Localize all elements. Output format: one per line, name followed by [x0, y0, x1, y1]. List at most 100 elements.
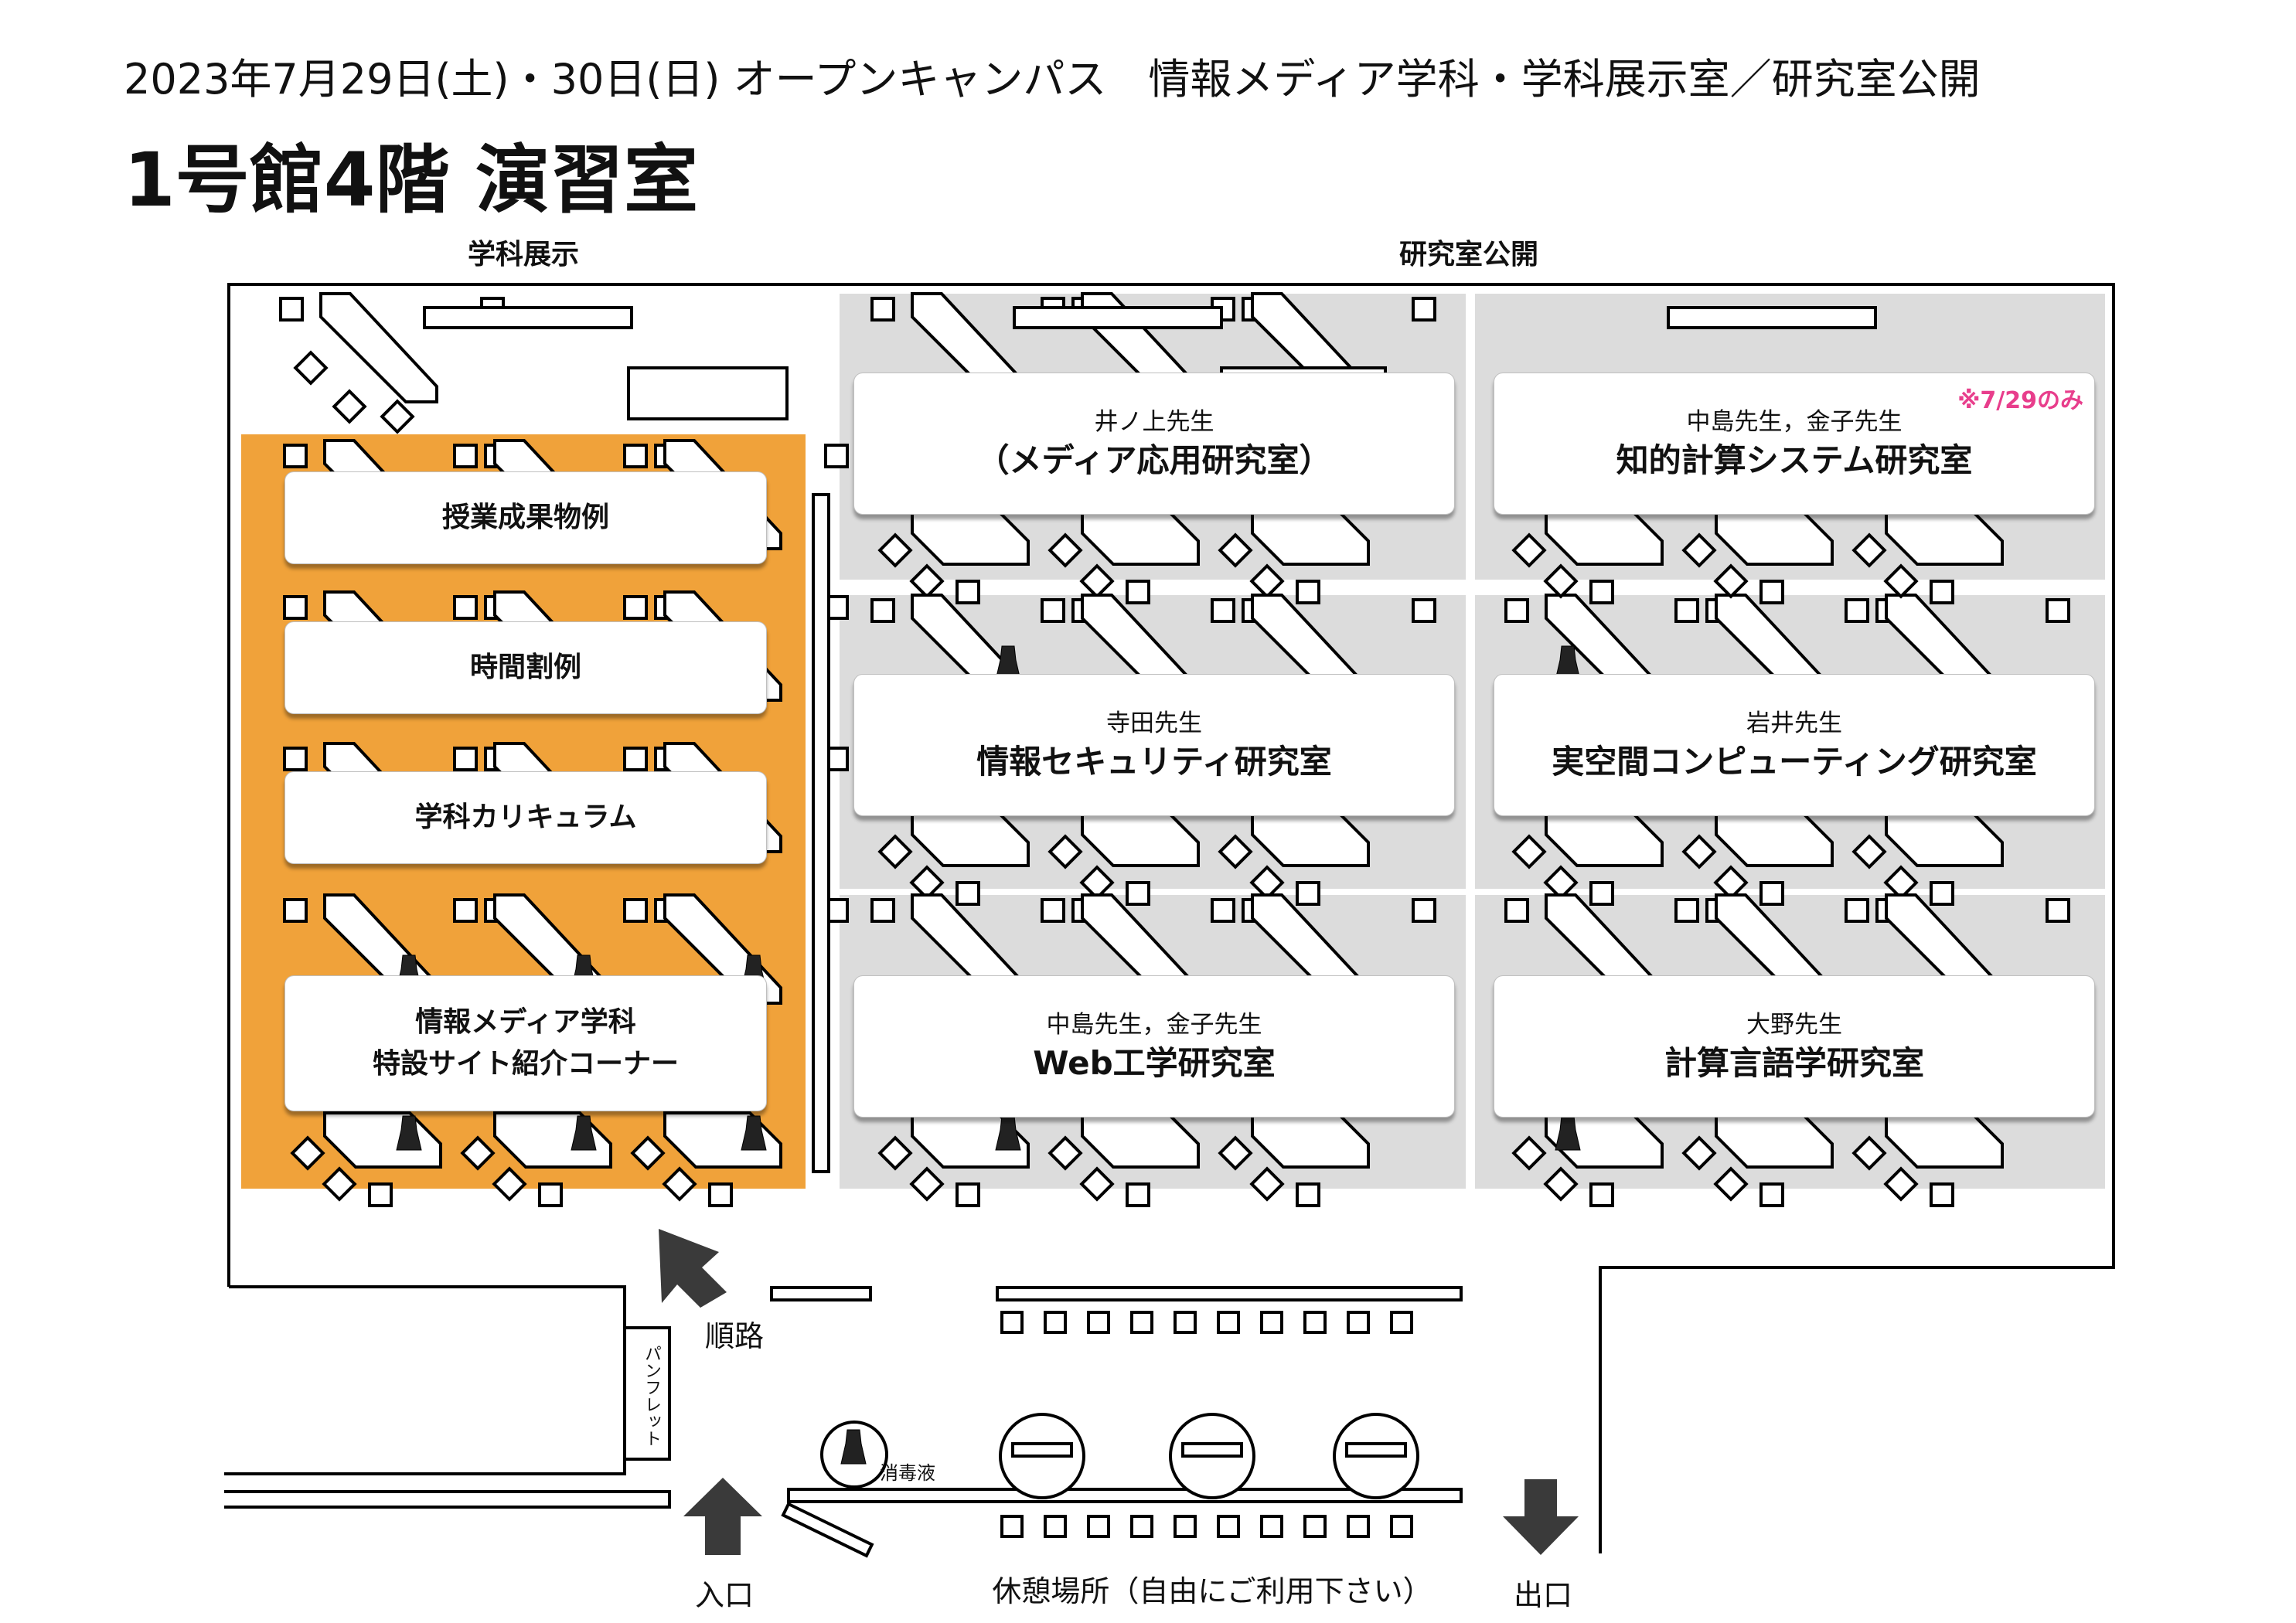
lab-name: 知的計算システム研究室	[1616, 441, 1973, 480]
bench-seat	[1087, 1515, 1110, 1538]
chair	[1296, 881, 1320, 906]
long-table	[1013, 306, 1223, 329]
bench-seat	[1174, 1311, 1197, 1334]
chair	[623, 747, 648, 771]
lab-teacher: 井ノ上先生	[1094, 408, 1214, 437]
chair	[293, 350, 329, 386]
bench-seat	[1217, 1515, 1240, 1538]
chair	[283, 595, 308, 620]
floor-map-page: { "header": { "event_line": "2023年7月29日(…	[0, 0, 2296, 1623]
lab-teacher: 岩井先生	[1746, 709, 1842, 738]
pamphlet-label: パンフレット	[642, 1345, 661, 1447]
lab-name: （メディア応用研究室）	[976, 441, 1332, 480]
chair	[1504, 898, 1529, 923]
chair	[956, 881, 980, 906]
chair	[1126, 881, 1150, 906]
lab-card-intelligent-computing: ※7/29のみ 中島先生，金子先生 知的計算システム研究室	[1494, 373, 2095, 515]
chair	[623, 444, 648, 468]
route-label: 順路	[704, 1319, 765, 1353]
exit-arrow-icon	[1503, 1479, 1579, 1555]
desk	[319, 292, 438, 403]
lab-card-computational-linguistics: 大野先生 計算言語学研究室	[1494, 975, 2095, 1118]
exhibit-label: 授業成果物例	[441, 502, 609, 533]
chair	[1845, 898, 1869, 923]
date-note-badge: ※7/29のみ	[1957, 387, 2083, 414]
long-table	[1667, 306, 1877, 329]
chair	[538, 1182, 563, 1207]
chair	[708, 1182, 733, 1207]
wall-lower-left	[224, 1285, 626, 1475]
exhibit-card-timetable: 時間割例	[284, 621, 767, 714]
route-arrow-icon	[659, 1229, 727, 1308]
chair	[453, 444, 478, 468]
bench-seat	[1044, 1311, 1067, 1334]
chair	[870, 598, 895, 623]
chair	[453, 595, 478, 620]
bench-seat	[1174, 1515, 1197, 1538]
chair	[1211, 598, 1235, 623]
chair	[453, 747, 478, 771]
chair	[1589, 881, 1614, 906]
chair	[1759, 580, 1784, 604]
exit-label: 出口	[1513, 1578, 1573, 1612]
exhibit-label: 学科カリキュラム	[414, 801, 637, 833]
exhibit-label-line2: 特設サイト紹介コーナー	[372, 1048, 679, 1080]
bench-seat	[1130, 1515, 1153, 1538]
chair	[1041, 898, 1065, 923]
chair	[368, 1182, 393, 1207]
chair	[332, 389, 367, 424]
lab-card-real-space-computing: 岩井先生 実空間コンピューティング研究室	[1494, 674, 2095, 816]
chair	[1759, 881, 1784, 906]
chair	[380, 399, 415, 434]
chair	[1930, 881, 1954, 906]
rest-area-label: 休憩場所（自由にご利用下さい）	[992, 1574, 1432, 1608]
chair	[1412, 898, 1436, 923]
wall-entrance-left	[224, 1490, 671, 1509]
chair	[1504, 598, 1529, 623]
chair	[283, 444, 308, 468]
chair	[870, 297, 895, 322]
chair	[1674, 898, 1699, 923]
counter-long	[996, 1286, 1463, 1301]
side-table	[627, 366, 789, 420]
exhibit-label-line1: 情報メディア学科	[415, 1006, 636, 1038]
bench-seat	[1390, 1311, 1413, 1334]
chair	[956, 1182, 980, 1207]
exhibit-card-special-site: 情報メディア学科 特設サイト紹介コーナー	[284, 975, 767, 1111]
lab-name: Web工学研究室	[1033, 1044, 1276, 1083]
bench-seat	[1347, 1515, 1370, 1538]
bench-seat	[1087, 1311, 1110, 1334]
bench-seat	[1130, 1311, 1153, 1334]
bench-seat	[1044, 1515, 1067, 1538]
chair	[1296, 1182, 1320, 1207]
lab-name: 計算言語学研究室	[1664, 1044, 1924, 1083]
lab-card-media-application: 井ノ上先生 （メディア応用研究室）	[853, 373, 1455, 515]
chair	[870, 898, 895, 923]
chair	[1126, 580, 1150, 604]
chair	[1126, 1182, 1150, 1207]
exhibit-label: 時間割例	[469, 652, 581, 683]
bench-seat	[1260, 1311, 1283, 1334]
lab-teacher: 中島先生，金子先生	[1046, 1011, 1262, 1039]
bench-seat	[1303, 1515, 1327, 1538]
chair	[956, 580, 980, 604]
chair	[824, 444, 849, 468]
lab-card-information-security: 寺田先生 情報セキュリティ研究室	[853, 674, 1455, 816]
disinfectant-label: 消毒液	[880, 1462, 935, 1484]
lab-teacher: 中島先生，金子先生	[1686, 408, 1903, 437]
chair	[1589, 1182, 1614, 1207]
bench-seat	[1303, 1311, 1327, 1334]
chair	[279, 297, 304, 322]
table-slot	[1345, 1442, 1407, 1458]
chair	[1674, 598, 1699, 623]
chair	[1930, 580, 1954, 604]
chair	[1412, 297, 1436, 322]
bench-seat	[1347, 1311, 1370, 1334]
chair	[283, 898, 308, 923]
bench-seat	[1260, 1515, 1283, 1538]
chair	[1930, 1182, 1954, 1207]
chair	[623, 595, 648, 620]
chair	[283, 747, 308, 771]
chair	[2046, 598, 2070, 623]
lab-card-web-engineering: 中島先生，金子先生 Web工学研究室	[853, 975, 1455, 1118]
